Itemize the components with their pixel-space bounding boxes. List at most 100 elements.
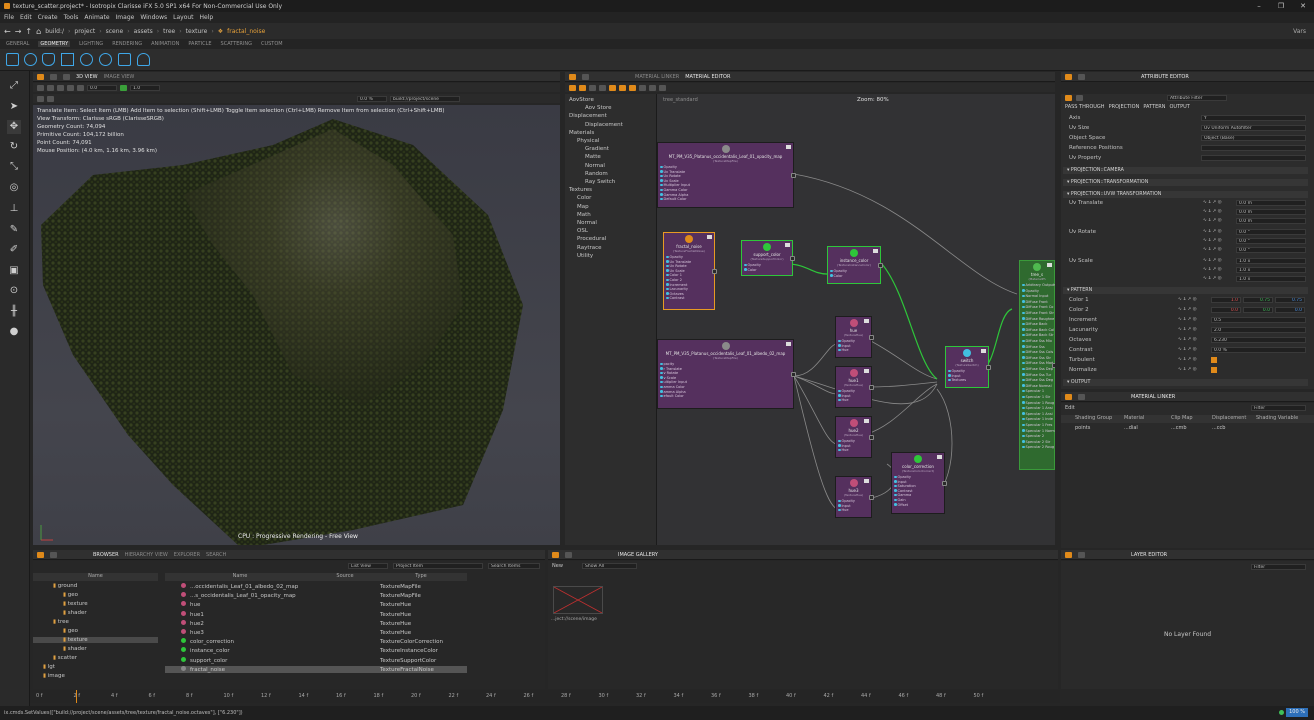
attr-checkbox[interactable] (1211, 367, 1217, 373)
node-collapse-icon[interactable] (1047, 263, 1052, 267)
3d-viewport[interactable]: Translate Item: Select Item (LMB) Add It… (33, 105, 560, 545)
attr-section-header[interactable]: ▾ OUTPUT (1063, 379, 1308, 386)
attr-value-field[interactable]: 0.0 m (1236, 218, 1306, 224)
shading-icon[interactable] (47, 84, 54, 91)
attr-color-channel[interactable]: 0.0 (1275, 307, 1305, 313)
node-input-port[interactable]: Uv Rotate (660, 174, 681, 178)
torus-icon[interactable] (137, 53, 150, 66)
node-collapse-icon[interactable] (786, 145, 791, 149)
attr-key-icons[interactable]: ∿ Σ ↗ ◎ (1176, 347, 1206, 353)
speed-field[interactable]: 1.0 (130, 84, 160, 91)
node-collapse-icon[interactable] (864, 319, 869, 323)
node-input-port[interactable]: Specular 1 Inde (1022, 417, 1053, 421)
node-input-port[interactable]: ultiplier Input (660, 380, 687, 384)
polycube-icon[interactable] (118, 53, 131, 66)
node-input-port[interactable]: Opacity (838, 499, 855, 503)
node-input-port[interactable]: Gamma Color (660, 188, 688, 192)
node-input-port[interactable]: Specular 1 Norm (1022, 429, 1055, 433)
menu-image[interactable]: Image (116, 14, 135, 21)
attr-key-icons[interactable]: ∿ Σ ↗ ◎ (1176, 307, 1206, 313)
node-input-port[interactable]: Diffuse Sss Tur (1022, 373, 1052, 377)
home-icon[interactable]: ⌂ (36, 27, 41, 36)
attr-key-icons[interactable]: ∿ Σ ↗ ◎ (1201, 209, 1233, 215)
node-input-port[interactable]: Increment (666, 283, 688, 287)
node-collapse-icon[interactable] (937, 455, 942, 459)
attr-value-field[interactable]: 0.5 (1211, 317, 1306, 323)
node-tool-10-icon[interactable] (659, 84, 666, 91)
node-collapse-icon[interactable] (864, 419, 869, 423)
browser-tree-item[interactable]: ▮ texture (63, 601, 88, 607)
panel-back-icon[interactable] (565, 551, 572, 558)
node-input-port[interactable]: Diffuse Back Str (1022, 333, 1054, 337)
browser-item-row[interactable]: instance_color TextureInstanceColor (165, 647, 467, 654)
node-input-port[interactable]: Color (830, 274, 843, 278)
attr-section-header[interactable]: ▾ PROJECTION::CAMERA (1063, 167, 1308, 174)
node-fractal-noise[interactable]: fractal_noise (TextureFractalNoise) Opacit… (663, 232, 717, 310)
node-input-port[interactable]: Opacity (838, 389, 855, 393)
col-shading-group[interactable]: Shading Group (1061, 415, 1116, 423)
menu-windows[interactable]: Windows (140, 14, 167, 21)
node-tree-item[interactable]: Map (577, 204, 589, 210)
node-input-port[interactable]: Uv Scale (666, 269, 685, 273)
zoom-level[interactable]: 100 % (1286, 708, 1308, 717)
pivot-icon[interactable]: ◎ (7, 181, 21, 195)
node-input-port[interactable]: pacity (660, 362, 675, 366)
node-input-port[interactable]: Diffuse Sss Mod (1022, 361, 1054, 365)
node-input-port[interactable]: Diffuse Sss Cols (1022, 350, 1054, 354)
attr-field[interactable] (1201, 155, 1306, 161)
node-tree-item[interactable]: Displacement (569, 113, 607, 119)
node-input-port[interactable]: Opacity (838, 439, 855, 443)
linker-filter-input[interactable]: Filter (1251, 405, 1306, 411)
node-tool-9-icon[interactable] (649, 84, 656, 91)
node-input-port[interactable]: Diffuse Sss Dep (1022, 367, 1053, 371)
tab-material-linker[interactable]: MATERIAL LINKER (635, 74, 679, 80)
browser-tree-item[interactable]: ▮ texture (33, 637, 158, 643)
node-tool-1-icon[interactable] (569, 84, 576, 91)
node-tree-item[interactable]: Math (577, 212, 591, 218)
shelf-tab-particle[interactable]: PARTICLE (188, 41, 211, 47)
gallery-new-button[interactable]: New (552, 563, 563, 569)
menu-file[interactable]: File (4, 14, 14, 21)
tab-material-editor[interactable]: MATERIAL EDITOR (685, 74, 730, 80)
node-input-port[interactable]: Specular 1 Ansi (1022, 412, 1053, 416)
attr-value-field[interactable]: 0.0 ° (1236, 238, 1306, 244)
minimize-button[interactable]: – (1248, 0, 1270, 12)
box-icon[interactable] (6, 53, 19, 66)
node-graph[interactable]: tree_standard Zoom: 80% MT_PM_V35_Platan… (657, 94, 1055, 545)
tab-search[interactable]: SEARCH (206, 552, 226, 558)
tab-3d-view[interactable]: 3D VIEW (76, 74, 98, 80)
linker-edit-menu[interactable]: Edit (1065, 405, 1075, 411)
panel-menu-icon[interactable] (37, 551, 44, 558)
node-output-port[interactable] (942, 481, 947, 486)
menu-create[interactable]: Create (38, 14, 58, 21)
shelf-tab-lighting[interactable]: LIGHTING (79, 41, 103, 47)
node-input-port[interactable]: Octaves (666, 292, 684, 296)
image-thumbnail[interactable] (553, 586, 603, 614)
shelf-tab-geometry[interactable]: GEOMETRY (38, 41, 71, 47)
shelf-tab-custom[interactable]: CUSTOM (261, 41, 283, 47)
node-hue[interactable]: hue (TextureHue) Opacity Input Hue (835, 316, 874, 358)
tab-browser[interactable]: BROWSER (93, 552, 119, 558)
node-input-port[interactable]: Diffuse Sss Mix (1022, 339, 1052, 343)
panel-menu-icon[interactable] (552, 551, 559, 558)
attr-key-icons[interactable]: ∿ Σ ↗ ◎ (1201, 238, 1233, 244)
progress-field[interactable]: 0.0 % (357, 95, 387, 102)
browser-item-row[interactable]: hue1 TextureHue (165, 610, 467, 618)
node-tree-item[interactable]: Gradient (585, 146, 609, 152)
node-tree-item[interactable]: Displacement (585, 122, 623, 128)
node-collapse-icon[interactable] (707, 235, 712, 239)
node-input-port[interactable]: efault Color (660, 394, 684, 398)
browser-item-row[interactable]: fractal_noise TextureFractalNoise (165, 665, 467, 673)
render-path-field[interactable]: build://project/scene (390, 95, 460, 102)
attr-key-icons[interactable]: ∿ Σ ↗ ◎ (1201, 200, 1233, 206)
back-icon[interactable]: ← (4, 27, 11, 36)
node-input-port[interactable]: Diffuse Sss Deg (1022, 378, 1053, 382)
node-collapse-icon[interactable] (864, 369, 869, 373)
panel-menu-icon[interactable] (37, 73, 44, 80)
node-tool-4-icon[interactable] (599, 84, 606, 91)
node-input-port[interactable]: Contrast (894, 489, 913, 493)
browser-item-row[interactable]: ...s_occidentalis_Leaf_01_opacity_map Tex… (165, 592, 467, 599)
shelf-tab-scattering[interactable]: SCATTERING (221, 41, 252, 47)
panel-menu-icon[interactable] (1065, 393, 1072, 400)
node-input-port[interactable]: Input (838, 394, 851, 398)
